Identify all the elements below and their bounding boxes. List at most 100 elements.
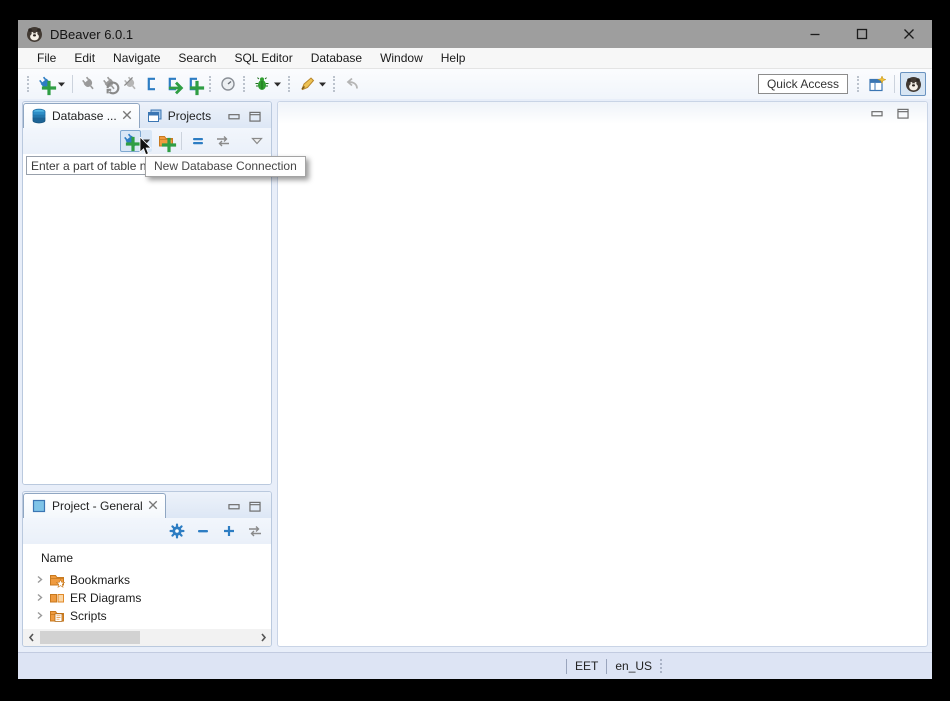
data-transfer-icon[interactable]	[296, 73, 317, 95]
menu-bar: File Edit Navigate Search SQL Editor Dat…	[18, 48, 932, 69]
expander-chevron-icon[interactable]	[29, 591, 44, 605]
editor-header	[278, 102, 927, 124]
menu-help[interactable]: Help	[432, 49, 475, 67]
tab-database-navigator[interactable]: Database ...	[23, 103, 140, 128]
toolbar-separator	[181, 132, 182, 150]
bookmarks-folder-icon	[49, 572, 65, 588]
connect-icon[interactable]	[78, 73, 99, 95]
toolbar-grip	[209, 76, 212, 92]
configure-gear-icon[interactable]	[166, 520, 187, 542]
tab-project-general[interactable]: Project - General	[23, 493, 166, 518]
navigator-tab-bar: Database ... Projects	[23, 102, 271, 128]
minimize-view-icon[interactable]	[228, 111, 240, 122]
expander-chevron-icon[interactable]	[29, 573, 44, 587]
scripts-folder-icon	[49, 608, 65, 624]
transfer-dropdown-arrow[interactable]	[317, 73, 328, 95]
tree-item-label: ER Diagrams	[70, 591, 141, 605]
open-sql-console-button[interactable]	[162, 73, 183, 95]
dashboard-icon[interactable]	[217, 73, 238, 95]
menu-search[interactable]: Search	[169, 49, 225, 67]
link-with-editor-icon[interactable]	[244, 520, 265, 542]
maximize-view-icon[interactable]	[249, 501, 261, 512]
er-diagrams-icon	[49, 590, 65, 606]
horizontal-scrollbar[interactable]	[23, 629, 271, 646]
maximize-button[interactable]	[838, 20, 885, 48]
database-icon	[31, 108, 47, 124]
dbeaver-perspective-icon	[905, 76, 922, 93]
new-connection-button[interactable]	[120, 130, 141, 152]
tree-item-label: Scripts	[70, 609, 107, 623]
project-general-panel: Project - General Name	[22, 491, 272, 647]
project-tab-bar: Project - General	[23, 492, 271, 518]
toolbar-grip	[288, 76, 291, 92]
tree-row-bookmarks[interactable]: Bookmarks	[29, 571, 271, 589]
menu-file[interactable]: File	[28, 49, 65, 67]
dbeaver-perspective-toggle[interactable]	[900, 72, 926, 96]
open-perspective-icon[interactable]	[865, 73, 889, 95]
collapse-all-icon[interactable]	[187, 130, 208, 152]
tab-label: Database ...	[52, 109, 117, 123]
editor-empty-area	[278, 124, 927, 646]
scroll-right-icon[interactable]	[255, 629, 271, 646]
expander-chevron-icon[interactable]	[29, 609, 44, 623]
toolbar-grip	[27, 76, 30, 92]
collapse-all-icon[interactable]	[192, 520, 213, 542]
scrollbar-thumb[interactable]	[40, 631, 140, 644]
mouse-cursor	[139, 137, 152, 157]
maximize-view-icon[interactable]	[249, 111, 261, 122]
editor-area	[277, 101, 928, 647]
link-with-editor-icon[interactable]	[212, 130, 233, 152]
menu-edit[interactable]: Edit	[65, 49, 104, 67]
debug-icon[interactable]	[251, 73, 272, 95]
navigator-tree-area[interactable]	[23, 176, 271, 484]
menu-sql-editor[interactable]: SQL Editor	[225, 49, 301, 67]
app-window: DBeaver 6.0.1 File Edit Navigate Search …	[18, 20, 932, 679]
tree-item-label: Bookmarks	[70, 573, 130, 587]
toolbar-separator	[72, 75, 73, 93]
status-locale: en_US	[615, 659, 652, 673]
tree-row-scripts[interactable]: Scripts	[29, 607, 271, 625]
toolbar-separator	[894, 75, 895, 93]
tab-label: Projects	[168, 109, 211, 123]
minimize-button[interactable]	[791, 20, 838, 48]
status-bar: EET en_US	[18, 652, 932, 679]
expand-all-icon[interactable]	[218, 520, 239, 542]
dbeaver-logo-icon	[26, 26, 43, 43]
disconnect-icon[interactable]	[120, 73, 141, 95]
minimize-view-icon[interactable]	[871, 108, 883, 119]
new-sql-editor-button[interactable]	[183, 73, 204, 95]
tab-label: Project - General	[52, 499, 143, 513]
status-grip	[660, 659, 663, 673]
tab-projects[interactable]: Projects	[140, 103, 218, 128]
back-arrow-icon	[341, 73, 362, 95]
window-title: DBeaver 6.0.1	[50, 27, 133, 42]
toolbar-grip	[857, 76, 860, 92]
project-tree: Name Bookmarks ER Diagrams	[23, 544, 271, 629]
toolbar-grip	[243, 76, 246, 92]
tooltip: New Database Connection	[145, 156, 306, 177]
project-general-icon	[31, 498, 47, 514]
scroll-left-icon[interactable]	[23, 629, 39, 646]
close-tab-icon[interactable]	[148, 499, 158, 513]
close-tab-icon[interactable]	[122, 109, 132, 123]
sql-editor-button[interactable]	[141, 73, 162, 95]
view-menu-icon[interactable]	[246, 130, 267, 152]
close-button[interactable]	[885, 20, 932, 48]
new-folder-icon[interactable]	[155, 130, 176, 152]
new-connection-dropdown-arrow[interactable]	[56, 73, 67, 95]
maximize-view-icon[interactable]	[897, 108, 909, 119]
minimize-view-icon[interactable]	[228, 501, 240, 512]
quick-access-box[interactable]: Quick Access	[758, 74, 848, 94]
menu-database[interactable]: Database	[302, 49, 371, 67]
column-header-name: Name	[41, 551, 271, 565]
menu-window[interactable]: Window	[371, 49, 432, 67]
titlebar: DBeaver 6.0.1	[18, 20, 932, 48]
toolbar-grip	[333, 76, 336, 92]
invalidate-reconnect-icon[interactable]	[99, 73, 120, 95]
main-toolbar: Quick Access	[18, 69, 932, 99]
menu-navigate[interactable]: Navigate	[104, 49, 169, 67]
debug-dropdown-arrow[interactable]	[272, 73, 283, 95]
tree-row-er-diagrams[interactable]: ER Diagrams	[29, 589, 271, 607]
project-toolbar	[23, 518, 271, 544]
new-connection-button[interactable]	[35, 73, 56, 95]
